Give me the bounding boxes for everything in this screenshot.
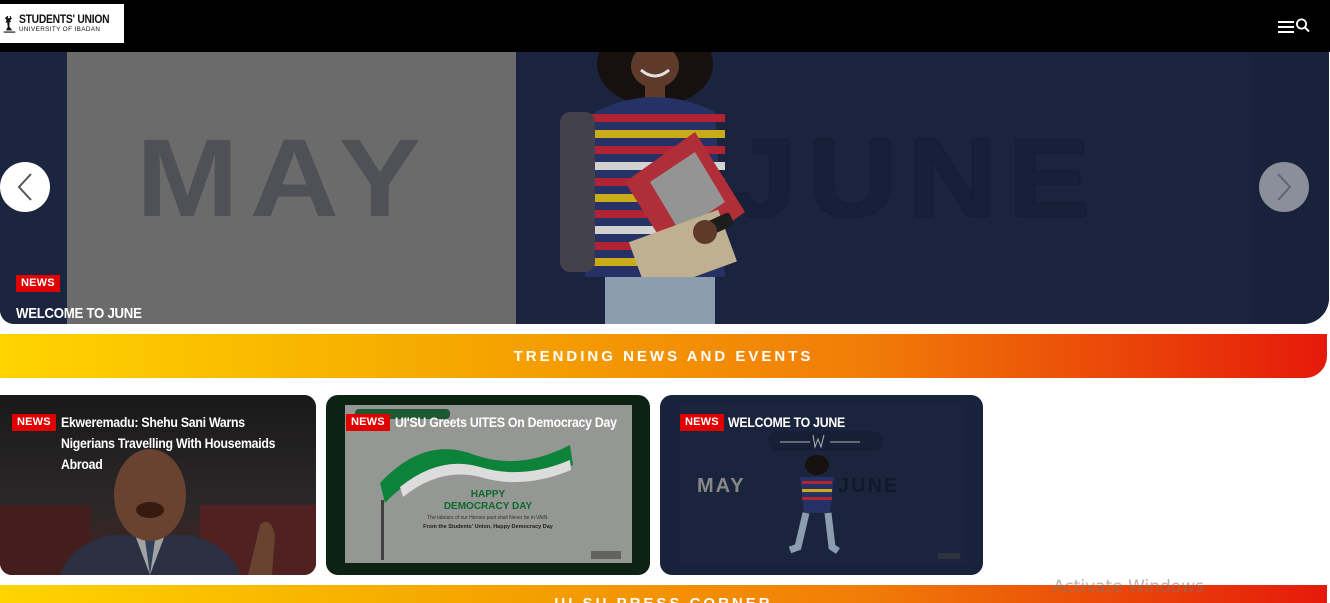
menu-search-button[interactable] bbox=[1277, 17, 1311, 35]
logo-title: STUDENTS' UNION bbox=[18, 12, 110, 27]
press-corner-title: UI SU PRESS CORNER bbox=[0, 595, 1327, 603]
news-card-title[interactable]: Ekweremadu: Shehu Sani Warns Nigerians T… bbox=[61, 412, 290, 475]
site-logo[interactable]: STUDENTS' UNION UNIVERSITY OF IBADAN bbox=[0, 4, 124, 43]
trending-section-header: TRENDING NEWS AND EVENTS bbox=[0, 334, 1327, 378]
hero-title[interactable]: WELCOME TO JUNE bbox=[16, 305, 142, 322]
hero-news-badge[interactable]: NEWS bbox=[16, 275, 60, 292]
news-card[interactable]: NEWS Ekweremadu: Shehu Sani Warns Nigeri… bbox=[0, 395, 316, 575]
slider-next-button[interactable] bbox=[1259, 162, 1309, 212]
hero-overlay bbox=[0, 52, 1329, 324]
news-card[interactable]: HAPPY DEMOCRACY DAY The labours of our H… bbox=[326, 395, 650, 575]
top-navigation-bar: STUDENTS' UNION UNIVERSITY OF IBADAN bbox=[0, 0, 1330, 52]
news-card-badge[interactable]: NEWS bbox=[12, 414, 56, 431]
news-card-badge[interactable]: NEWS bbox=[680, 414, 724, 431]
press-corner-section-header: UI SU PRESS CORNER bbox=[0, 585, 1327, 603]
news-card-title[interactable]: UI'SU Greets UITES On Democracy Day bbox=[395, 412, 624, 433]
students-union-emblem-icon bbox=[3, 15, 16, 33]
news-card-title[interactable]: WELCOME TO JUNE bbox=[728, 412, 939, 433]
menu-icon bbox=[1278, 21, 1294, 33]
news-card-badge[interactable]: NEWS bbox=[346, 414, 390, 431]
logo-subtitle: UNIVERSITY OF IBADAN bbox=[18, 26, 101, 34]
search-icon bbox=[1295, 18, 1310, 33]
trending-title: TRENDING NEWS AND EVENTS bbox=[513, 347, 814, 365]
hero-slider[interactable]: MAY JUNE NEWS WELCOME TO JUNE bbox=[0, 52, 1329, 324]
slider-prev-button[interactable] bbox=[0, 162, 50, 212]
news-card[interactable]: MAY JUNE NEWS WELCOME TO JUNE bbox=[660, 395, 983, 575]
chevron-left-icon bbox=[17, 173, 32, 201]
chevron-right-icon bbox=[1277, 173, 1292, 201]
